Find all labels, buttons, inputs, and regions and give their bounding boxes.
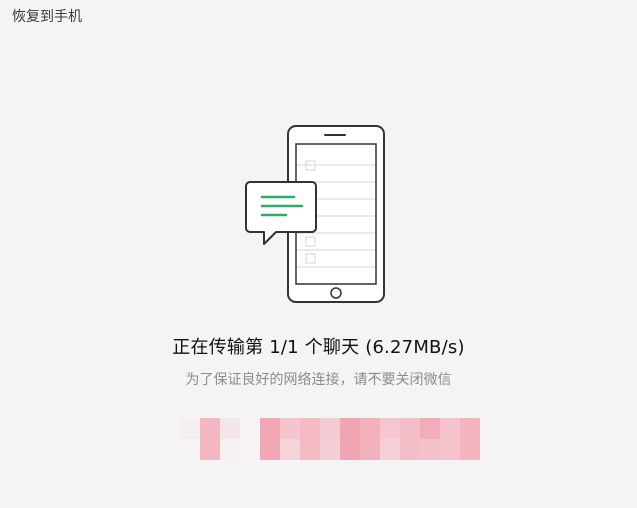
transfer-status-text: 正在传输第 1/1 个聊天 (6.27MB/s) [172,337,465,358]
network-hint-text: 为了保证良好的网络连接，请不要关闭微信 [185,372,452,388]
redacted-content [180,418,480,460]
phone-with-chat-bubble-icon [240,122,390,307]
window-title: 恢复到手机 [12,9,82,25]
restore-to-phone-window: 恢复到手机 正在传输第 1/1 个聊天 (6.27MB/s) 为了保证良好的网络… [0,0,637,508]
